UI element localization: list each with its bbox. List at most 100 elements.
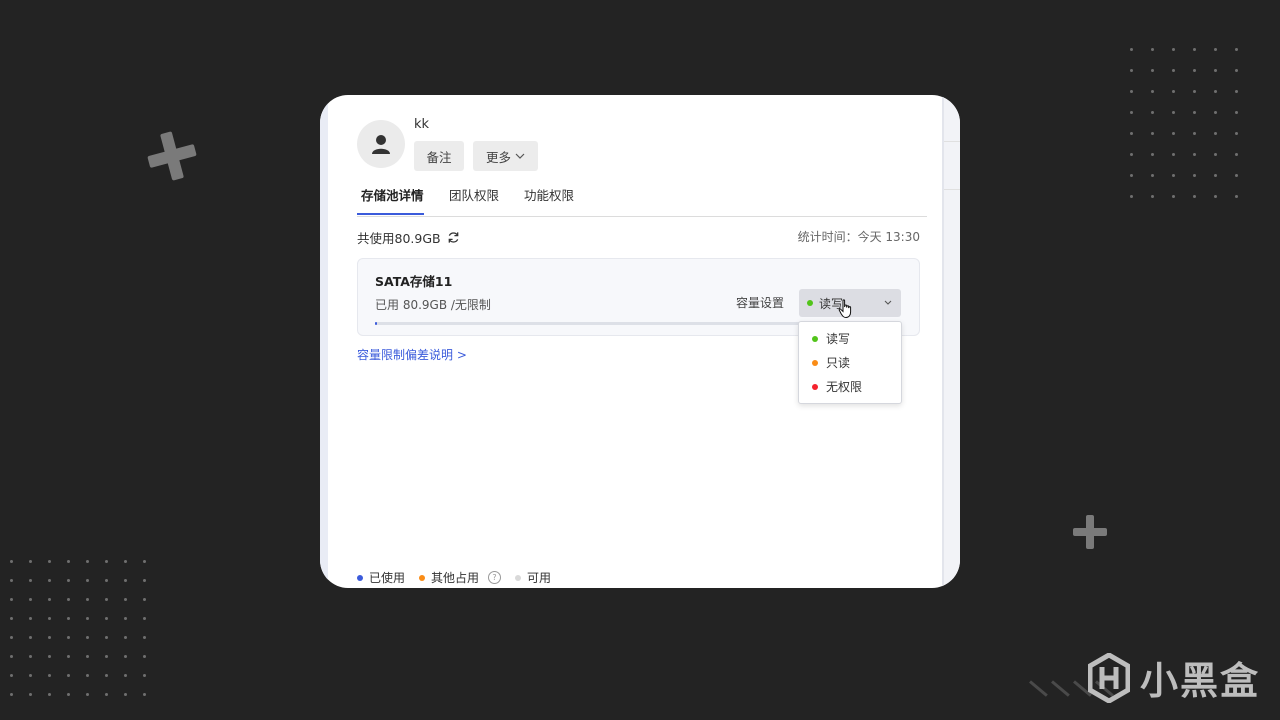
capacity-setting-label: 容量设置 [736, 296, 785, 310]
usage-legend: 已使用 其他占用 ? 可用 [357, 569, 565, 586]
legend-label: 其他占用 [431, 571, 480, 585]
decorative-dot [10, 579, 13, 582]
user-icon [372, 135, 390, 154]
decorative-dot [143, 674, 146, 677]
decorative-dot [124, 674, 127, 677]
legend-available: 可用 [515, 569, 551, 586]
capacity-limit-note-link[interactable]: 容量限制偏差说明 > [357, 346, 467, 363]
username: kk [414, 117, 430, 132]
tab-team-permissions[interactable]: 团队权限 [449, 185, 499, 204]
decorative-dot [10, 674, 13, 677]
status-dot [807, 300, 813, 306]
decorative-dot [1214, 69, 1217, 72]
total-usage-text: 共使用80.9GB [357, 231, 441, 246]
decorative-dot [67, 579, 70, 582]
decorative-dot [1193, 153, 1196, 156]
decorative-dot [67, 636, 70, 639]
stat-time: 统计时间：今天 13:30 [797, 230, 920, 244]
decorative-dot [105, 636, 108, 639]
decorative-dot [1235, 153, 1238, 156]
decorative-dot [1151, 111, 1154, 114]
decorative-dot [10, 598, 13, 601]
decorative-dot [143, 636, 146, 639]
permission-option-read-write[interactable]: 读写 [812, 330, 850, 347]
decorative-plus-icon [143, 127, 202, 186]
decorative-dot [29, 655, 32, 658]
decorative-dot [10, 636, 13, 639]
decorative-dot [143, 655, 146, 658]
decorative-dot [1172, 90, 1175, 93]
decorative-dot [48, 674, 51, 677]
decorative-dot [1151, 195, 1154, 198]
pool-name: SATA存储11 [375, 274, 453, 289]
decorative-dot [1193, 174, 1196, 177]
decorative-dot [29, 598, 32, 601]
tab-pool-details[interactable]: 存储池详情 [361, 185, 424, 204]
decorative-dot [86, 636, 89, 639]
decorative-dot [124, 636, 127, 639]
decorative-dot [10, 560, 13, 563]
decorative-dot [105, 598, 108, 601]
legend-dot [419, 574, 426, 581]
option-label: 无权限 [826, 380, 863, 394]
decorative-dot [105, 560, 108, 563]
note-button-label: 备注 [426, 149, 452, 165]
decorative-dot [86, 655, 89, 658]
total-usage: 共使用80.9GB [357, 228, 460, 247]
decorative-dot [10, 655, 13, 658]
decorative-dot [86, 598, 89, 601]
legend-dot [515, 574, 522, 581]
decorative-dot [86, 674, 89, 677]
note-button[interactable]: 备注 [414, 141, 464, 171]
more-button[interactable]: 更多 [473, 141, 538, 171]
decorative-dot [1151, 153, 1154, 156]
decorative-dot [86, 579, 89, 582]
decorative-dot [1130, 174, 1133, 177]
watermark-text: 小黑盒 [1140, 659, 1261, 703]
decorative-dot [10, 693, 13, 696]
decorative-plus-icon [1073, 515, 1107, 549]
decorative-dot [10, 617, 13, 620]
decorative-dot [1214, 153, 1217, 156]
decorative-dot [1151, 69, 1154, 72]
decorative-dot [1193, 111, 1196, 114]
decorative-dot [29, 560, 32, 563]
decorative-dot [1172, 174, 1175, 177]
decorative-dot [1193, 69, 1196, 72]
decorative-dot [143, 560, 146, 563]
decorative-dot [105, 674, 108, 677]
decorative-dot [48, 655, 51, 658]
permission-dropdown-menu: 读写 只读 无权限 [798, 321, 902, 404]
decorative-dot [1151, 48, 1154, 51]
legend-used: 已使用 [357, 569, 405, 586]
refresh-icon[interactable] [447, 231, 460, 244]
decorative-dot [143, 617, 146, 620]
status-dot [812, 383, 818, 390]
decorative-dot [1172, 48, 1175, 51]
divider [944, 141, 960, 142]
decorative-dot [1235, 174, 1238, 177]
decorative-dot [67, 693, 70, 696]
help-icon[interactable]: ? [488, 571, 502, 584]
decorative-dot [105, 579, 108, 582]
decorative-dot [86, 693, 89, 696]
permission-option-no-access[interactable]: 无权限 [812, 378, 862, 395]
decorative-dot [1130, 195, 1133, 198]
decorative-dot [67, 674, 70, 677]
decorative-dot [1130, 69, 1133, 72]
decorative-dot [1214, 174, 1217, 177]
decorative-dot [1130, 90, 1133, 93]
decorative-dot [1130, 48, 1133, 51]
pool-used: 已用 80.9GB /无限制 [375, 298, 491, 312]
decorative-dot [143, 579, 146, 582]
decorative-dot [29, 636, 32, 639]
usage-progress-fill [375, 322, 378, 325]
decorative-dot [143, 598, 146, 601]
watermark-logo-icon [1088, 652, 1130, 703]
decorative-dot [105, 655, 108, 658]
divider [944, 189, 960, 190]
decorative-dot [1193, 195, 1196, 198]
decorative-dot [29, 674, 32, 677]
permission-option-read-only[interactable]: 只读 [812, 354, 850, 371]
tab-feature-permissions[interactable]: 功能权限 [524, 185, 574, 204]
